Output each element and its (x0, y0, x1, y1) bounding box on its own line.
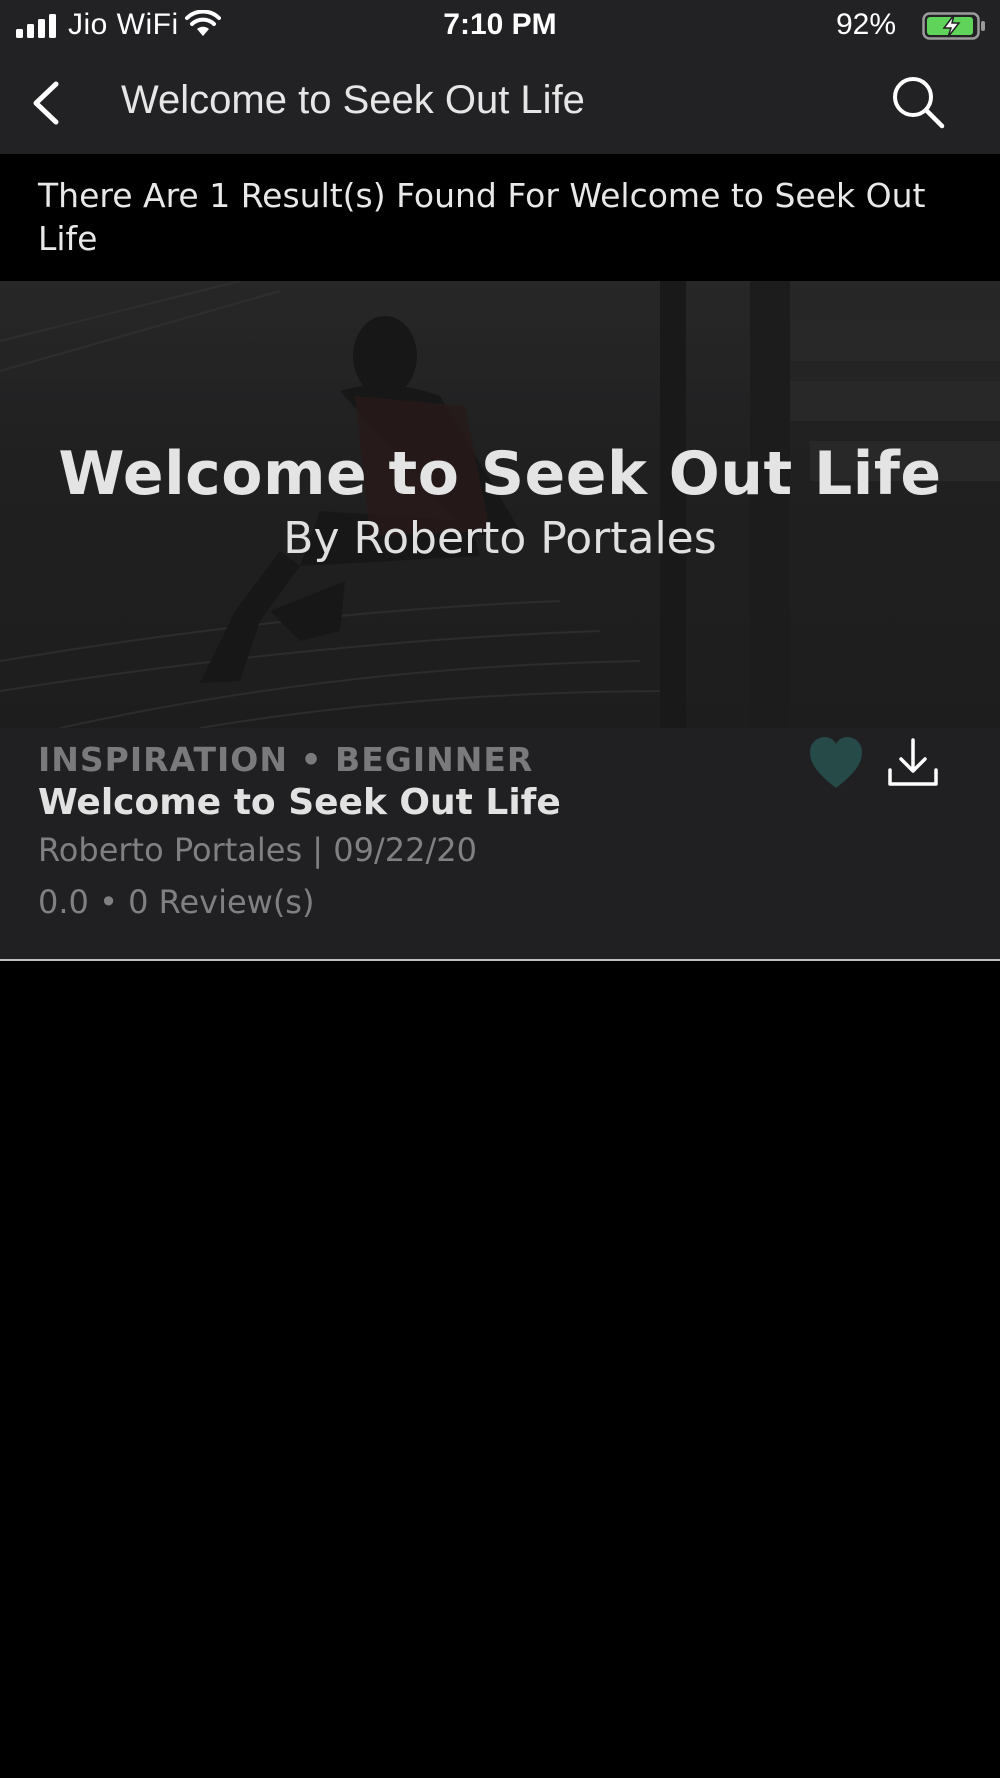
rating-reviews: 0.0 • 0 Review(s) (38, 883, 315, 921)
status-bar: Jio WiFi 7:10 PM 92% (0, 0, 1000, 52)
author-date: Roberto Portales | 09/22/20 (38, 831, 477, 869)
hero-subtitle: By Roberto Portales (283, 513, 717, 564)
category-label: INSPIRATION • BEGINNER (38, 740, 534, 779)
result-card[interactable]: INSPIRATION • BEGINNER Welcome to Seek O… (0, 728, 1000, 961)
hero-title: Welcome to Seek Out Life (58, 439, 942, 509)
heart-icon[interactable] (808, 736, 864, 790)
battery-percent: 92% (835, 8, 896, 41)
page-title: Welcome to Seek Out Life (121, 78, 585, 122)
hero-banner[interactable]: Welcome to Seek Out Life By Roberto Port… (0, 281, 1000, 728)
results-summary: There Are 1 Result(s) Found For Welcome … (0, 154, 1000, 281)
battery-charging-icon (922, 12, 985, 40)
chevron-left-icon[interactable] (22, 74, 70, 132)
item-title: Welcome to Seek Out Life (38, 782, 561, 823)
nav-bar: Welcome to Seek Out Life (0, 52, 1000, 154)
search-icon[interactable] (888, 72, 948, 132)
screen: Jio WiFi 7:10 PM 92% Welcome to Seek Out… (0, 0, 1000, 1778)
download-icon[interactable] (885, 736, 941, 790)
